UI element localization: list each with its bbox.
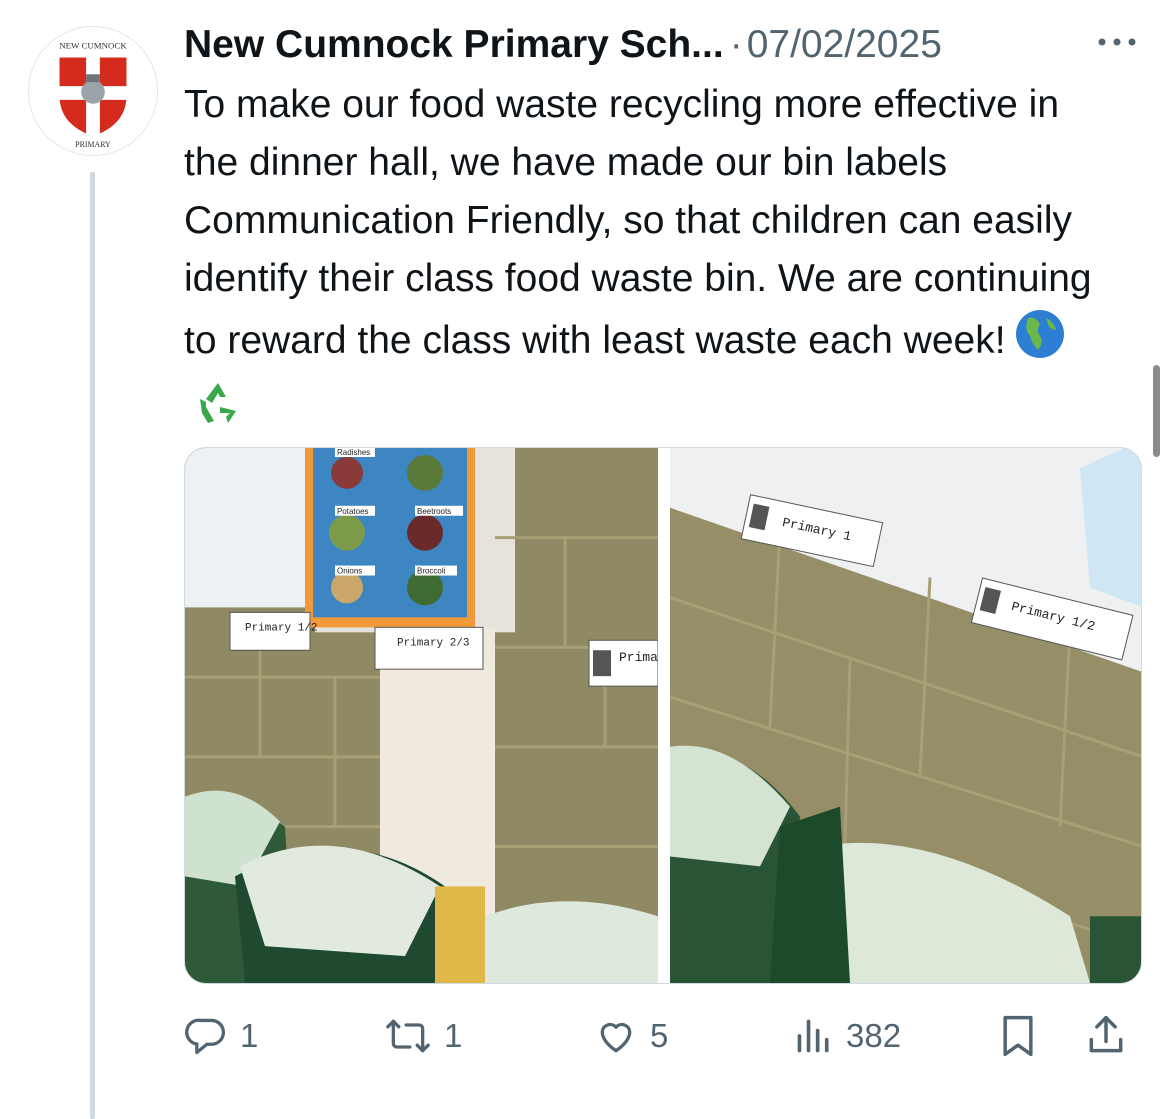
- avatar[interactable]: NEW CUMNOCK PRIMARY: [28, 26, 158, 156]
- action-bar: 1 1 5 382: [184, 1008, 1144, 1064]
- bookmark-button[interactable]: [996, 1008, 1040, 1064]
- bin-label-prima: Prima: [619, 650, 658, 665]
- scrollbar-thumb[interactable]: [1153, 365, 1160, 457]
- views-count: 382: [846, 1017, 902, 1054]
- like-button[interactable]: 5: [594, 1008, 668, 1064]
- poster-label-onions: Onions: [337, 567, 362, 576]
- reply-count: 1: [240, 1017, 259, 1054]
- bin-label-primary-2-3: Primary 2/3: [397, 637, 470, 649]
- recycling-symbol-icon: [192, 377, 244, 446]
- poster-label-potatoes: Potatoes: [337, 507, 369, 516]
- poster-label-broccoli: Broccoli: [417, 567, 446, 576]
- photo-left-image: Radishes Potatoes Beetroots Onions Brocc…: [185, 448, 658, 983]
- share-icon: [1089, 1015, 1123, 1053]
- author-name[interactable]: New Cumnock Primary Sch...: [184, 23, 724, 67]
- media-grid: Radishes Potatoes Beetroots Onions Brocc…: [184, 447, 1142, 984]
- repost-count: 1: [444, 1017, 463, 1054]
- like-count: 5: [650, 1017, 669, 1054]
- post-date[interactable]: 07/02/2025: [747, 23, 942, 67]
- repost-icon: [386, 1019, 430, 1053]
- thread-connector-line: [90, 172, 95, 1119]
- bookmark-icon: [1003, 1015, 1033, 1057]
- photo-bins-left[interactable]: Radishes Potatoes Beetroots Onions Brocc…: [185, 448, 658, 983]
- poster-label-beetroots: Beetroots: [417, 507, 451, 516]
- svg-text:NEW CUMNOCK: NEW CUMNOCK: [59, 41, 127, 51]
- views-button[interactable]: 382: [794, 1008, 901, 1064]
- globe-americas-icon: [1014, 308, 1066, 377]
- more-dots-icon: [1098, 38, 1136, 46]
- photo-right-image: Primary 1 Primary 1/2: [670, 448, 1141, 983]
- photo-bins-right[interactable]: Primary 1 Primary 1/2: [670, 448, 1141, 983]
- post-text-block: To make our food waste recycling more ef…: [184, 76, 1124, 446]
- bin-label-primary-1-2-left: Primary 1/2: [245, 622, 318, 634]
- reply-button[interactable]: 1: [184, 1008, 258, 1064]
- school-crest-logo: NEW CUMNOCK PRIMARY: [57, 41, 129, 149]
- more-options-button[interactable]: [1094, 24, 1140, 60]
- poster-label-radishes: Radishes: [337, 448, 370, 457]
- post-header: New Cumnock Primary Sch... · 07/02/2025: [184, 18, 942, 72]
- header-separator: ·: [729, 23, 743, 66]
- share-button[interactable]: [1084, 1008, 1128, 1064]
- views-chart-icon: [797, 1019, 829, 1053]
- heart-icon: [600, 1022, 632, 1053]
- post-text: To make our food waste recycling more ef…: [184, 83, 1092, 362]
- repost-button[interactable]: 1: [384, 1008, 462, 1064]
- svg-text:PRIMARY: PRIMARY: [75, 140, 111, 149]
- reply-icon: [185, 1018, 226, 1055]
